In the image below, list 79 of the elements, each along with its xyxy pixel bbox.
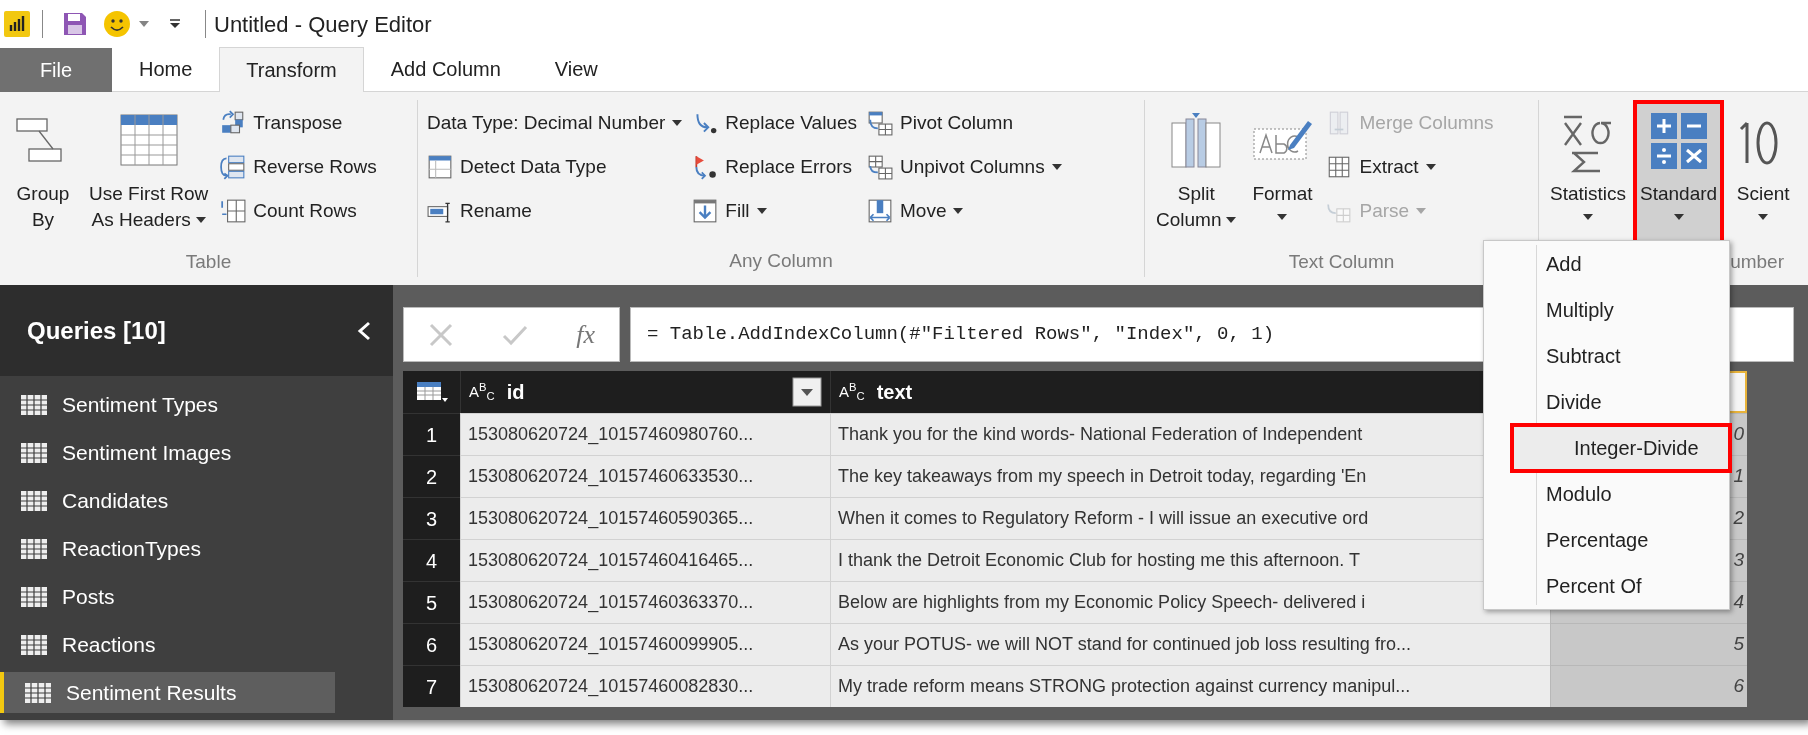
row-number: 4 [403,539,460,581]
ribbon-button[interactable]: Replace Errors [689,148,860,186]
table-cell: 153080620724_10157460082830... [460,665,830,707]
caret-icon [139,21,149,27]
ribbon-button[interactable]: Transpose [217,104,380,142]
table-cell: 153080620724_10157460363370... [460,581,830,623]
ribbon-button[interactable]: Detect Data Type [424,148,686,186]
table-icon [427,154,453,180]
ribbon-button[interactable]: Split Column [1151,102,1242,248]
column-header[interactable]: id [506,377,780,407]
reverse-rows-icon [220,154,247,180]
ribbon-tab[interactable]: Transform [219,47,364,92]
save-icon[interactable] [63,12,87,36]
ribbon-button[interactable]: Use First Row As Headers [84,102,214,248]
ribbon-tab[interactable]: View [527,47,625,91]
ribbon-tab[interactable]: Add Column [363,47,528,91]
table-cell: My trade reform means STRONG protection against currency manipul... [830,665,1550,707]
check-icon[interactable] [502,323,529,346]
query-item[interactable]: Sentiment Images [0,432,335,473]
table-icon [20,633,48,656]
menu-item[interactable]: Integer-Divide [1512,425,1730,471]
ribbon-button[interactable]: Rename [424,192,686,230]
row-number: 1 [403,413,460,455]
collapse-icon[interactable] [357,320,371,341]
table-icon [24,681,52,704]
group-label: Text Column [1288,250,1395,275]
table-cell: 153080620724_10157460590365... [460,497,830,539]
row-number: 7 [403,665,460,707]
table-cell: 6 [1550,665,1747,707]
table-icon [20,393,48,416]
table-cell: 153080620724_10157460099905... [460,623,830,665]
ribbon-button[interactable]: Fill [689,192,860,230]
table-arrow-icon [867,110,893,136]
ribbon-button[interactable]: Move [864,192,1065,230]
query-item[interactable]: Sentiment Types [0,384,335,425]
customize-icon[interactable] [169,19,181,29]
pane-title: Queries [10] [27,315,166,346]
table-cell: 5 [1550,623,1747,665]
ribbon-button[interactable]: Count Rows [217,192,380,230]
ribbon-button[interactable]: Replace Values [689,104,860,142]
group-label: Any Column [729,248,833,273]
file-tab[interactable]: File [0,48,112,92]
ribbon-button[interactable]: Pivot Column [864,104,1065,142]
ribbon-button[interactable]: Reverse Rows [217,148,380,186]
row-number: 3 [403,497,460,539]
ribbon-button[interactable]: Format [1245,102,1320,248]
row-number: 2 [403,455,460,497]
table-cell: 153080620724_10157460416465... [460,539,830,581]
table-icon [20,537,48,560]
query-item[interactable]: Posts [0,576,335,617]
function-button[interactable]: fx [576,315,595,354]
table-icon [20,441,48,464]
table-cell: 153080620724_10157460980760... [460,413,830,455]
table-menu-icon[interactable] [415,381,448,403]
group-label: umber [1730,250,1784,275]
table-cell: As your POTUS- we will NOT stand for continued job loss resulting fro... [830,623,1550,665]
table-icon [220,198,247,224]
ribbon-tab[interactable]: Home [112,47,220,91]
bar-chart-logo-icon [4,11,30,37]
window-title: Untitled - Query Editor [214,10,432,39]
query-item[interactable]: Candidates [0,480,335,521]
ribbon-button[interactable]: Group By [6,102,80,248]
row-number: 5 [403,581,460,623]
row-number: 6 [403,623,460,665]
query-item[interactable]: Sentiment Results [0,672,335,713]
flag-arrow-icon [692,154,719,180]
group-label: Table [185,250,232,275]
ribbon-button[interactable]: Scient [1726,102,1801,248]
query-item[interactable]: Reactions [0,624,335,665]
table-cell: 153080620724_10157460633530... [460,455,830,497]
query-item[interactable]: ReactionTypes [0,528,335,569]
table-arrow-icon [867,154,893,180]
table-icon [20,489,48,512]
ribbon-button[interactable]: Extract [1323,148,1497,186]
smiley-icon[interactable] [103,10,131,38]
filter-dropdown-icon[interactable] [792,377,822,407]
ribbon-button[interactable]: Unpivot Columns [864,148,1065,186]
ribbon-button[interactable]: Data Type: Decimal Number [424,104,686,142]
table-icon [20,585,48,608]
